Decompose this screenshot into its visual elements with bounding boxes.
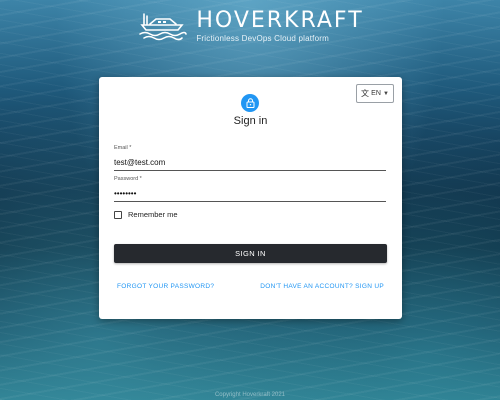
sign-up-link[interactable]: DON'T HAVE AN ACCOUNT? SIGN UP bbox=[260, 283, 384, 290]
email-field-group: Email * bbox=[114, 145, 386, 171]
login-card: 文 EN ▼ Sign in Email * Password * Rememb… bbox=[99, 77, 402, 319]
brand-header: HOVERKRAFT Frictionless DevOps Cloud pla… bbox=[0, 10, 500, 43]
footer-copyright: Copyright Hoverkraft 2021 bbox=[214, 392, 286, 398]
lock-icon bbox=[246, 98, 254, 108]
remember-checkbox[interactable] bbox=[114, 210, 122, 219]
page-title: Sign in bbox=[233, 115, 268, 127]
sign-in-button[interactable]: SIGN IN bbox=[114, 244, 387, 263]
remember-me[interactable]: Remember me bbox=[114, 210, 178, 219]
password-field[interactable] bbox=[114, 188, 386, 202]
password-label: Password * bbox=[114, 176, 142, 182]
brand-tagline: Frictionless DevOps Cloud platform bbox=[196, 34, 329, 43]
language-selected: EN bbox=[371, 90, 381, 97]
brand-text: HOVERKRAFT Frictionless DevOps Cloud pla… bbox=[196, 10, 363, 43]
forgot-password-link[interactable]: FORGOT YOUR PASSWORD? bbox=[117, 283, 214, 290]
language-select[interactable]: 文 EN ▼ bbox=[356, 84, 394, 103]
lock-badge bbox=[241, 94, 259, 112]
brand-lockup: HOVERKRAFT Frictionless DevOps Cloud pla… bbox=[136, 10, 363, 43]
remember-label: Remember me bbox=[128, 210, 178, 219]
email-field[interactable] bbox=[114, 157, 386, 171]
brand-name: HOVERKRAFT bbox=[196, 8, 364, 33]
translate-icon: 文 bbox=[361, 89, 369, 98]
chevron-down-icon: ▼ bbox=[383, 90, 389, 97]
hovercraft-logo-icon bbox=[139, 12, 188, 40]
email-label: Email * bbox=[114, 145, 132, 151]
page-background: HOVERKRAFT Frictionless DevOps Cloud pla… bbox=[0, 0, 500, 400]
password-field-group: Password * bbox=[114, 176, 386, 202]
